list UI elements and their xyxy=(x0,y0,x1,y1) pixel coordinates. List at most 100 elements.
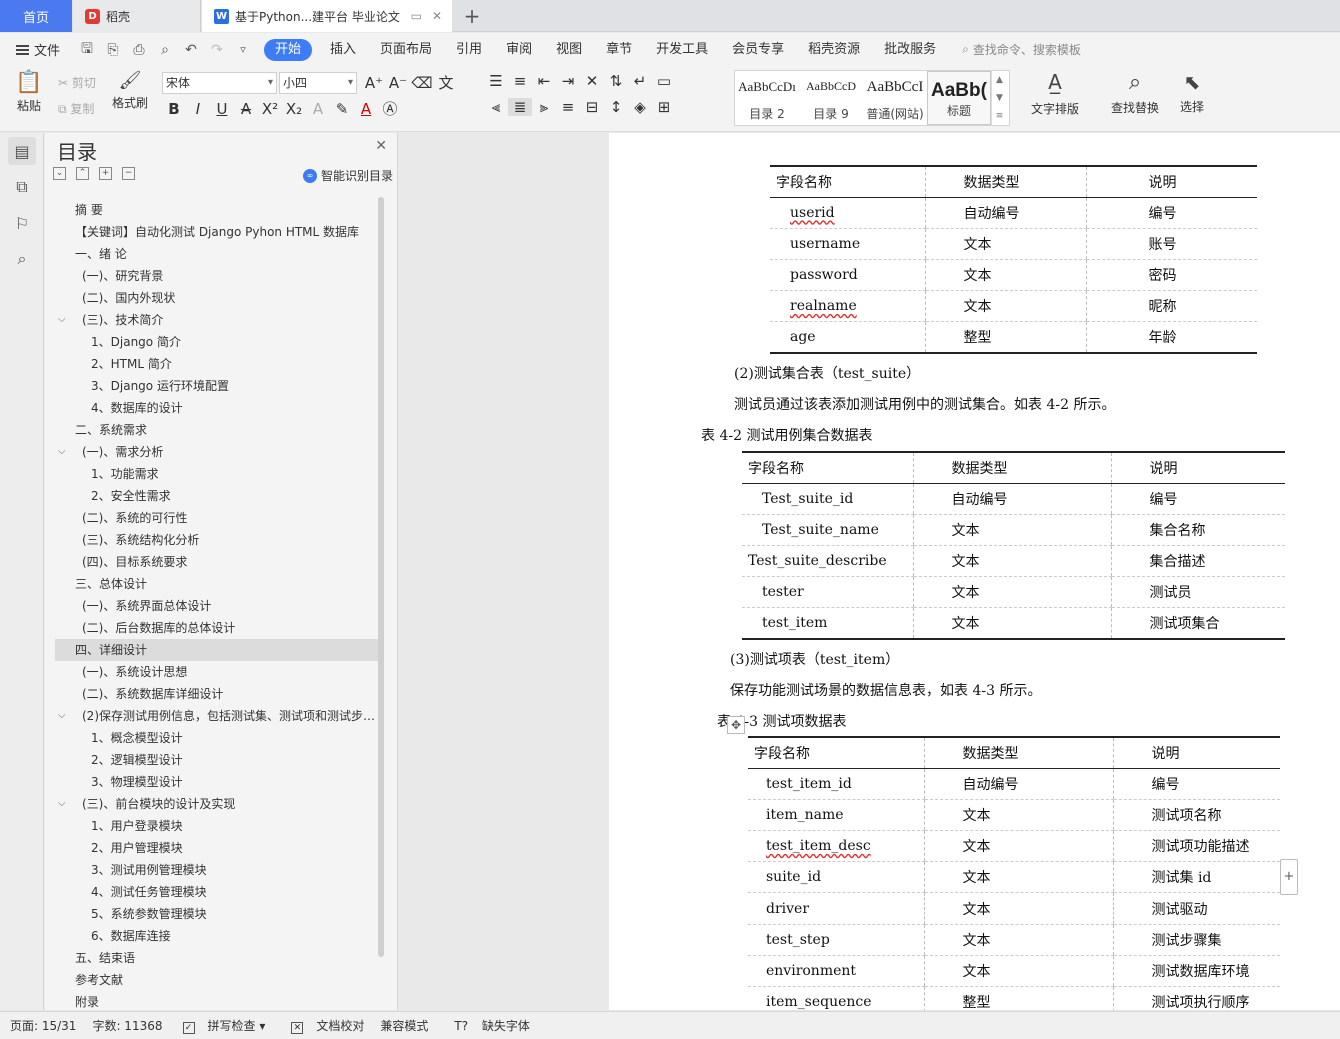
subscript-icon[interactable]: X₂ xyxy=(282,100,306,118)
more-icon[interactable]: ≡ xyxy=(996,111,1004,121)
table-cell[interactable]: 文本 xyxy=(912,514,1111,547)
line-spacing-icon[interactable]: ↕ xyxy=(604,98,628,116)
undo-icon[interactable]: ↶ xyxy=(182,42,200,58)
menu-tab-review[interactable]: 审阅 xyxy=(494,39,544,61)
table-cell[interactable]: test_item_id xyxy=(748,768,924,800)
table-cell[interactable]: password xyxy=(770,259,925,292)
toc-item[interactable]: 5、系统参数管理模块 xyxy=(55,903,379,925)
toc-item[interactable]: (二)、国内外现状 xyxy=(55,287,379,309)
table-cell[interactable]: age xyxy=(770,321,925,355)
menu-tab-correction[interactable]: 批改服务 xyxy=(872,39,948,61)
ruler-icon[interactable]: ▭ xyxy=(652,72,676,90)
toc-item[interactable]: (一)、研究背景 xyxy=(55,265,379,287)
clear-format-icon[interactable]: ⌫ xyxy=(410,74,434,92)
align-right-icon[interactable]: ⫸ xyxy=(532,98,556,116)
toc-item[interactable]: 【关键词】自动化测试 Django Pyhon HTML 数据库 xyxy=(55,221,379,243)
chapter-nav-icon[interactable]: ⧉ xyxy=(8,173,36,201)
table-cell[interactable]: environment xyxy=(748,955,924,988)
decrease-indent-icon[interactable]: ⇤ xyxy=(532,72,556,90)
table-cell[interactable]: 账号 xyxy=(1085,228,1257,261)
table-cell[interactable]: 编号 xyxy=(1112,768,1280,800)
toc-item[interactable]: 4、数据库的设计 xyxy=(55,397,379,419)
chevron-down-icon[interactable]: ⌵ xyxy=(58,793,66,815)
style-gallery-scroll[interactable]: ▲ ▼ ≡ xyxy=(991,71,1007,125)
justify-icon[interactable]: ≡ xyxy=(556,98,580,116)
char-border-icon[interactable]: Ⓐ xyxy=(378,98,402,119)
document-page[interactable]: 字段名称 数据类型 说明 userid 自动编号 编号 username 文本 账号 passwo… xyxy=(609,133,1340,1010)
toc-item[interactable]: 1、Django 简介 xyxy=(55,331,379,353)
style-toc9[interactable]: AaBbCcD 目录 9 xyxy=(799,71,863,125)
toc-item[interactable]: ⌵ (2)保存测试用例信息，包括测试集、测试项和测试步骤... xyxy=(55,705,379,727)
style-toc2[interactable]: AaBbCcDı 目录 2 xyxy=(735,71,799,125)
toc-item[interactable]: ⌵ (一)、需求分析 xyxy=(55,441,379,463)
menu-tab-member[interactable]: 会员专享 xyxy=(720,39,796,61)
toc-item[interactable]: 2、HTML 简介 xyxy=(55,353,379,375)
font-size-select[interactable]: 小四 xyxy=(279,72,357,94)
chevron-up-icon[interactable]: ▲ xyxy=(996,75,1003,85)
table-cell[interactable]: 编号 xyxy=(1110,483,1285,515)
table-cell[interactable]: 自动编号 xyxy=(924,197,1086,229)
tab-daoke[interactable]: D 稻壳 xyxy=(73,0,201,32)
table-cell[interactable]: 测试项名称 xyxy=(1112,799,1280,832)
toc-item[interactable]: 2、用户管理模块 xyxy=(55,837,379,859)
table-cell[interactable]: 集合名称 xyxy=(1110,514,1285,547)
grow-font-icon[interactable]: A⁺ xyxy=(362,74,386,92)
copy-button[interactable]: ⧉ 复制 xyxy=(58,100,94,117)
customize-icon[interactable]: ▿ xyxy=(234,43,252,56)
style-normal-web[interactable]: AaBbCcI 普通(网站) xyxy=(863,71,927,125)
table-cell[interactable]: 文本 xyxy=(923,799,1113,832)
toc-item[interactable]: (一)、系统界面总体设计 xyxy=(55,595,379,617)
cut-button[interactable]: ✂ 剪切 xyxy=(58,74,96,91)
table-cell[interactable]: 昵称 xyxy=(1085,290,1257,323)
page-indicator[interactable]: 页面: 15/31 xyxy=(10,1017,76,1034)
table-cell[interactable]: Test_suite_name xyxy=(742,514,913,547)
table-cell[interactable]: 整型 xyxy=(923,986,1113,1010)
table-cell[interactable]: item_sequence xyxy=(748,986,924,1010)
toc-item[interactable]: (一)、系统设计思想 xyxy=(55,661,379,683)
numbered-list-icon[interactable]: ≡ xyxy=(508,72,532,90)
toc-scrollbar[interactable] xyxy=(378,197,384,957)
table-cell[interactable]: 测试项功能描述 xyxy=(1112,830,1280,863)
table-cell[interactable]: 文本 xyxy=(912,607,1111,641)
table-cell[interactable]: 编号 xyxy=(1085,197,1257,229)
bold-icon[interactable]: B xyxy=(162,100,186,118)
missing-font-button[interactable]: T? 缺失字体 xyxy=(444,1017,530,1034)
table-cell[interactable]: 文本 xyxy=(923,892,1113,925)
chevron-down-icon[interactable]: ⌵ xyxy=(58,441,66,463)
export-pdf-icon[interactable]: ⎘ xyxy=(104,42,122,58)
toc-item[interactable]: (四)、目标系统要求 xyxy=(55,551,379,573)
table-cell[interactable]: 文本 xyxy=(923,861,1113,894)
toc-item[interactable]: (二)、系统数据库详细设计 xyxy=(55,683,379,705)
toc-item[interactable]: (二)、后台数据库的总体设计 xyxy=(55,617,379,639)
table-cell[interactable]: 整型 xyxy=(924,321,1086,355)
table-cell[interactable]: Test_suite_id xyxy=(742,483,913,515)
menu-tab-references[interactable]: 引用 xyxy=(444,39,494,61)
table-cell[interactable]: Test_suite_describe xyxy=(742,545,913,578)
toc-item[interactable]: 一、绪 论 xyxy=(55,243,379,265)
proofread-button[interactable]: ✕ 文档校对 xyxy=(281,1017,364,1034)
menu-tab-layout[interactable]: 页面布局 xyxy=(368,39,444,61)
toc-item[interactable]: 四、详细设计 xyxy=(55,639,379,661)
italic-icon[interactable]: I xyxy=(186,100,210,118)
toc-item[interactable]: ⌵ (三)、技术简介 xyxy=(55,309,379,331)
toc-item[interactable]: 摘 要 xyxy=(55,199,379,221)
strikethrough-icon[interactable]: A xyxy=(234,100,258,118)
phonetic-icon[interactable]: 文 xyxy=(434,72,458,93)
menu-tab-daoke[interactable]: 稻壳资源 xyxy=(796,39,872,61)
toc-item[interactable]: 1、用户登录模块 xyxy=(55,815,379,837)
style-heading[interactable]: AaBb( 标题 xyxy=(927,71,991,125)
font-color-icon[interactable]: A xyxy=(354,100,378,118)
bullet-list-icon[interactable]: ☰ xyxy=(484,72,508,90)
table-cell[interactable]: 文本 xyxy=(912,576,1111,609)
command-search[interactable]: ⌕ 查找命令、搜索模板 xyxy=(962,41,1081,58)
print-preview-icon[interactable]: ⌕ xyxy=(156,42,174,58)
save-icon[interactable]: 🖫 xyxy=(78,38,96,62)
text-layout-button[interactable]: A̲ 文字排版 xyxy=(1024,70,1086,117)
toc-item[interactable]: 1、概念模型设计 xyxy=(55,727,379,749)
table-cell[interactable]: driver xyxy=(748,892,924,925)
table-cell[interactable]: tester xyxy=(742,576,913,609)
table-cell[interactable]: 文本 xyxy=(924,228,1086,261)
shrink-font-icon[interactable]: A⁻ xyxy=(386,74,410,92)
table-cell[interactable]: 测试项集合 xyxy=(1110,607,1285,641)
shading-icon[interactable]: ◈ xyxy=(628,98,652,116)
